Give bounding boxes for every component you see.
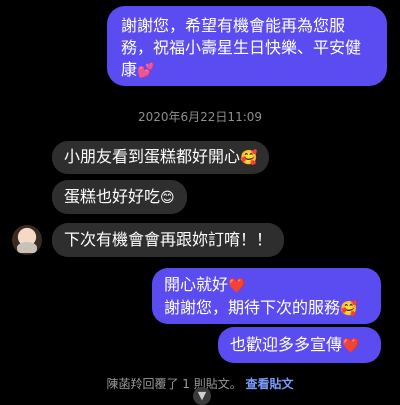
reply-notice-text: 陳菡羚回覆了 1 則貼文。: [106, 377, 242, 391]
message-text: 小朋友看到蛋糕都好開心: [64, 147, 241, 166]
sent-message-bubble[interactable]: 開心就好❤️ 謝謝您，期待下次的服務🥰: [152, 268, 381, 324]
message-timestamp: 2020年6月22日11:09: [137, 110, 263, 124]
received-message-bubble[interactable]: 下次有機會會再跟妳訂唷！！: [52, 223, 285, 257]
smiling-face-icon: 🥰: [340, 301, 358, 317]
view-post-link[interactable]: 查看貼文: [246, 377, 294, 391]
heart-icon: ❤️: [228, 278, 246, 294]
user-avatar[interactable]: [12, 225, 42, 255]
message-line: 開心就好❤️: [164, 274, 369, 297]
heart-icon: ❤️: [342, 338, 360, 354]
message-text: 開心就好: [164, 275, 229, 294]
message-text: 謝謝您，期待下次的服務: [164, 298, 341, 317]
message-text: 也歡迎多多宣傳: [230, 335, 343, 354]
message-text: 蛋糕也好好吃: [64, 187, 161, 206]
smile-icon: 😊: [160, 190, 175, 206]
message-text: 下次有機會會再跟妳訂唷！！: [64, 230, 273, 249]
heart-icon: 💕: [137, 63, 155, 79]
message-text: 謝謝您，希望有機會能再為您服務，祝福小壽星生日快樂、平安健康: [121, 16, 362, 79]
received-message-bubble[interactable]: 小朋友看到蛋糕都好開心🥰: [52, 141, 270, 174]
smiling-face-icon: 🥰: [240, 150, 258, 166]
message-line: 謝謝您，期待下次的服務🥰: [164, 297, 369, 320]
sent-message-bubble[interactable]: 謝謝您，希望有機會能再為您服務，祝福小壽星生日快樂、平安健康💕: [107, 6, 387, 86]
sent-message-bubble[interactable]: 也歡迎多多宣傳❤️: [218, 327, 381, 363]
arrow-down-icon[interactable]: ▼: [193, 387, 211, 405]
received-message-bubble[interactable]: 蛋糕也好好吃😊: [52, 180, 187, 214]
